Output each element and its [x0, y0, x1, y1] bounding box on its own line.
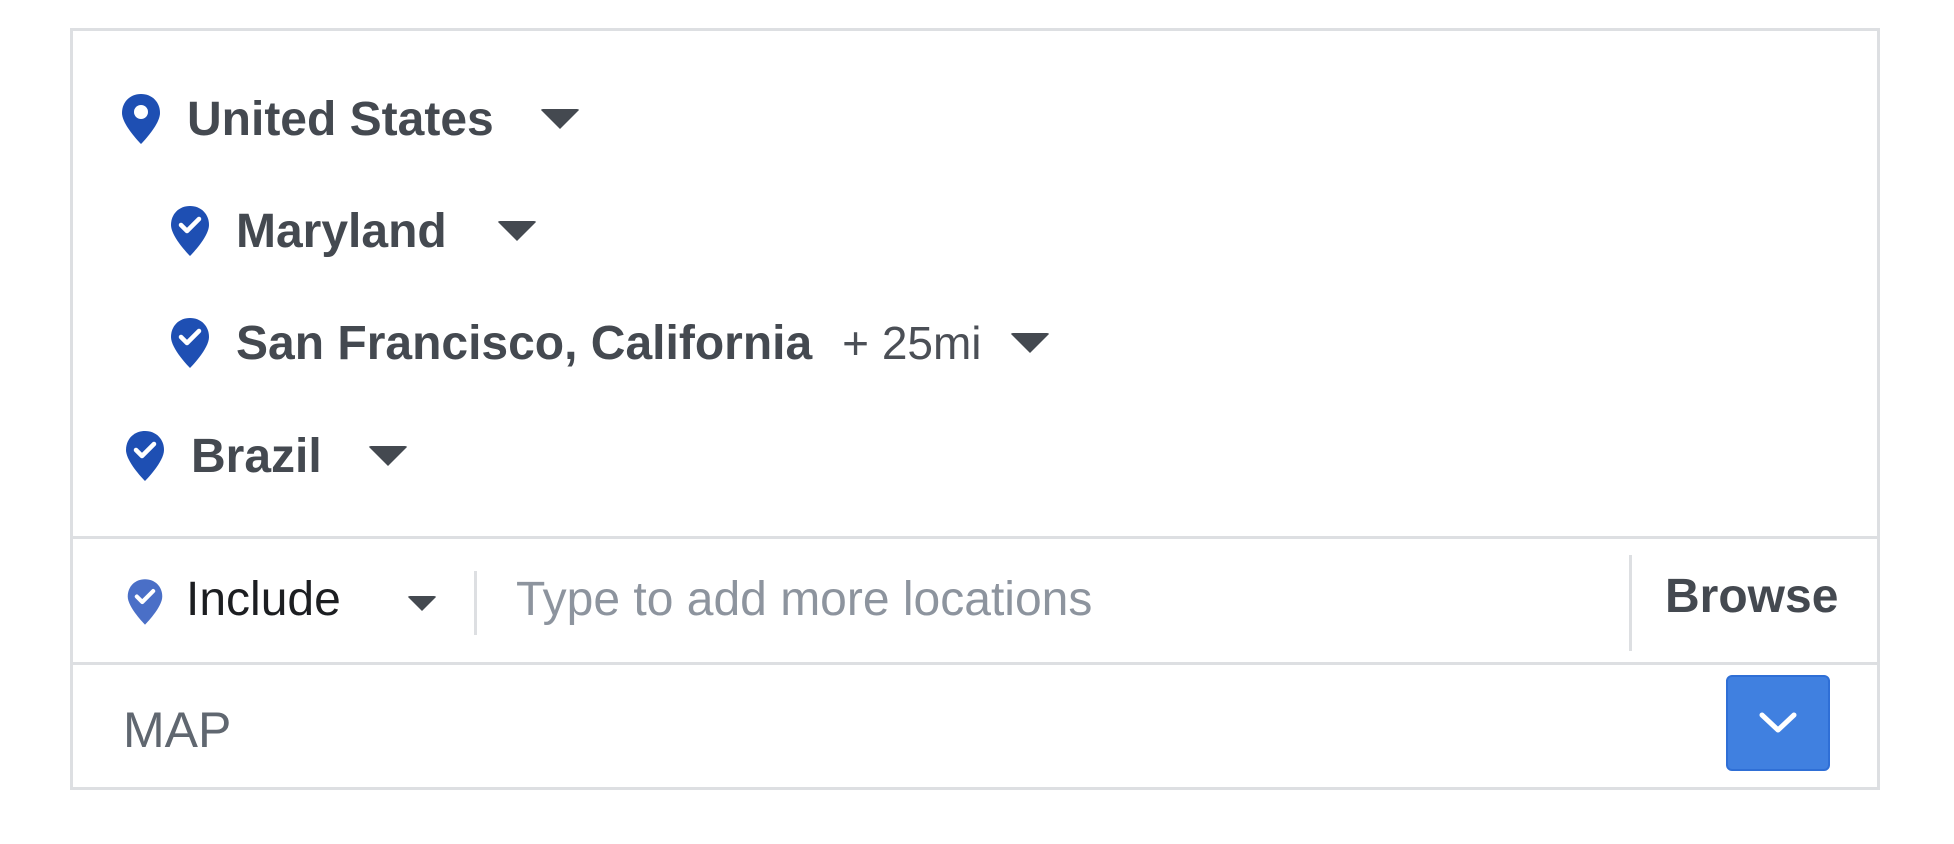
- location-check-icon: [168, 316, 212, 370]
- location-pin-icon: [119, 92, 163, 146]
- location-name: Maryland: [236, 204, 447, 258]
- location-options-caret[interactable]: [539, 109, 580, 129]
- location-input-row: Include Browse: [73, 539, 1877, 659]
- map-section-header[interactable]: MAP: [73, 665, 1877, 790]
- location-targeting-panel: United States Maryland San Francisco, Ca…: [70, 28, 1880, 790]
- selected-locations-list: United States Maryland San Francisco, Ca…: [73, 31, 1877, 536]
- chevron-down-icon: [1759, 712, 1797, 733]
- location-check-icon: [123, 429, 167, 483]
- location-check-icon: [168, 204, 212, 258]
- divider: [474, 571, 477, 635]
- map-label: MAP: [123, 702, 232, 758]
- location-item-san-francisco[interactable]: San Francisco, California + 25mi: [168, 313, 1050, 373]
- location-item-maryland[interactable]: Maryland: [168, 201, 537, 261]
- location-radius: + 25mi: [842, 317, 982, 369]
- location-name: United States: [187, 92, 494, 146]
- location-name: San Francisco, California: [236, 316, 813, 370]
- include-mode-label[interactable]: Include: [186, 572, 341, 627]
- include-mode-icon[interactable]: [125, 577, 165, 632]
- location-options-caret[interactable]: [496, 221, 537, 241]
- location-name: Brazil: [191, 429, 322, 483]
- divider: [1629, 555, 1632, 651]
- include-mode-caret[interactable]: [407, 596, 437, 611]
- location-item-brazil[interactable]: Brazil: [123, 426, 408, 486]
- map-expand-button[interactable]: [1726, 675, 1830, 771]
- browse-button[interactable]: Browse: [1665, 569, 1838, 624]
- location-item-united-states[interactable]: United States: [119, 89, 580, 149]
- location-options-caret[interactable]: [367, 446, 408, 466]
- location-search-input[interactable]: [516, 559, 1666, 639]
- location-options-caret[interactable]: [1009, 333, 1050, 353]
